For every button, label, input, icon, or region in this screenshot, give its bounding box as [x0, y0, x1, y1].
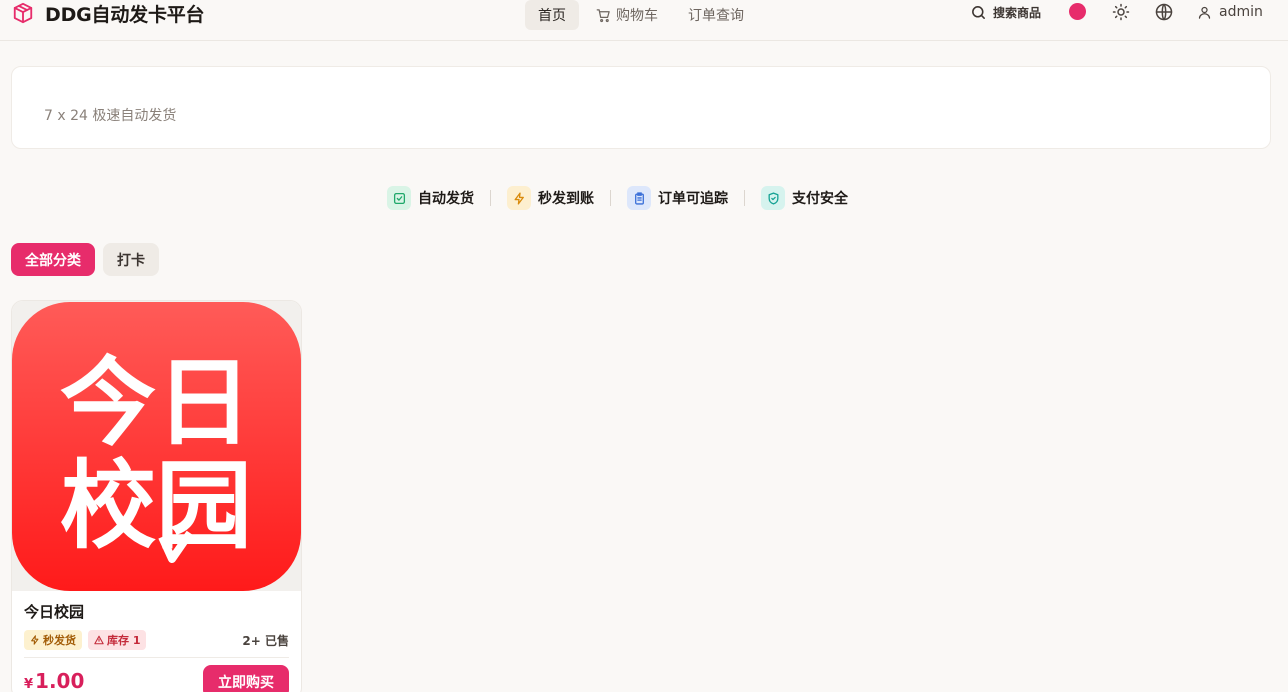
feature-badge [507, 186, 531, 210]
price-value: 1.00 [35, 669, 85, 692]
search-button[interactable]: 搜索商品 [970, 0, 1041, 24]
shield-icon [768, 191, 778, 205]
logo-text-line2: 校园 [60, 450, 252, 562]
nav-orders-label: 订单查询 [688, 8, 744, 24]
divider [744, 190, 745, 206]
nav-cart-label: 购物车 [616, 8, 658, 24]
product-price: ¥ 1.00 [24, 669, 84, 692]
product-image[interactable]: 今日 校园 [12, 301, 301, 591]
category-all[interactable]: 全部分类 [11, 243, 95, 276]
user-menu[interactable]: admin [1197, 0, 1263, 24]
brand[interactable]: DDG自动发卡平台 [12, 0, 205, 26]
product-tags: 秒发货 库存 1 [24, 630, 152, 650]
warning-icon [94, 635, 104, 645]
clipboard-icon [634, 191, 644, 205]
user-name: admin [1219, 4, 1263, 20]
lightning-icon [31, 635, 39, 645]
feature-label: 秒发到账 [538, 191, 594, 207]
feature-secure: 支付安全 [761, 185, 848, 211]
feature-label: 自动发货 [418, 191, 474, 207]
sold-count: 2+ 已售 [242, 634, 289, 648]
lightning-icon [514, 191, 524, 205]
feature-trackable: 订单可追踪 [627, 185, 728, 211]
buy-now-button[interactable]: 立即购买 [203, 665, 289, 692]
product-info: 今日校园 秒发货 库存 1 2+ 已售 ¥ 1.00 立即购买 [24, 601, 289, 692]
check-square-icon [393, 192, 405, 204]
theme-color-dot[interactable] [1069, 3, 1086, 20]
tag-fast-label: 秒发货 [43, 634, 76, 647]
package-icon [13, 2, 33, 24]
feature-auto-delivery: 自动发货 [387, 185, 474, 211]
product-card[interactable]: 今日 校园 今日校园 秒发货 库存 1 2+ 已售 ¥ 1.00 立即购买 [11, 300, 302, 692]
tag-stock: 库存 1 [88, 630, 147, 650]
brand-title: DDG自动发卡平台 [45, 3, 205, 26]
currency-symbol: ¥ [24, 677, 34, 692]
tag-fast-delivery: 秒发货 [24, 630, 82, 650]
category-checkin[interactable]: 打卡 [103, 243, 159, 276]
feature-label: 支付安全 [792, 191, 848, 207]
app-logo-icon: 今日 校园 [12, 302, 301, 591]
divider [610, 190, 611, 206]
nav-cart[interactable]: 购物车 [583, 0, 671, 30]
nav-home-label: 首页 [538, 8, 566, 24]
hero-subtitle: 7 x 24 极速自动发货 [44, 108, 177, 124]
search-icon [972, 5, 985, 19]
nav-orders[interactable]: 订单查询 [675, 0, 757, 30]
main-nav: 首页 购物车 订单查询 [525, 0, 761, 30]
nav-home[interactable]: 首页 [525, 0, 579, 30]
hero-banner: 7 x 24 极速自动发货 [11, 66, 1271, 149]
category-tabs: 全部分类 打卡 [11, 243, 167, 276]
user-icon [1198, 6, 1211, 19]
cart-icon [596, 8, 610, 22]
divider [490, 190, 491, 206]
tag-stock-label: 库存 1 [107, 634, 141, 647]
feature-label: 订单可追踪 [658, 191, 728, 207]
globe-icon[interactable] [1155, 3, 1173, 21]
divider [24, 657, 289, 658]
search-label: 搜索商品 [993, 5, 1042, 20]
top-header: DDG自动发卡平台 首页 购物车 订单查询 搜索商品 admin [0, 0, 1288, 41]
logo-text-line1: 今日 [60, 347, 252, 459]
feature-strip: 自动发货 秒发到账 订单可追踪 支付安全 [387, 185, 848, 211]
sun-icon[interactable] [1112, 3, 1130, 21]
feature-badge [387, 186, 411, 210]
feature-instant: 秒发到账 [507, 185, 594, 211]
product-name[interactable]: 今日校园 [24, 601, 289, 622]
feature-badge [627, 186, 651, 210]
feature-badge [761, 186, 785, 210]
